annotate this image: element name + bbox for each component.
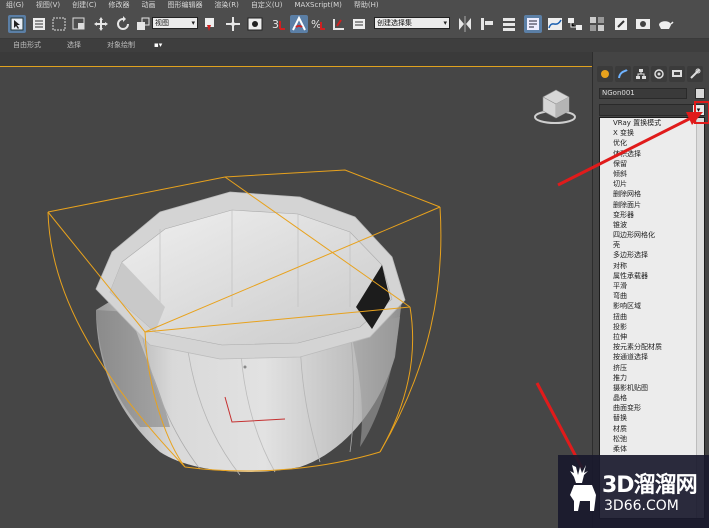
viewport-scene [47,89,576,476]
modifier-list-item[interactable]: 按通道选择 [600,352,704,362]
move-tool-icon[interactable] [92,15,110,33]
modifier-list-item[interactable]: 删除网格 [600,189,704,199]
named-selection-set-dropdown[interactable]: 创建选择集 [374,17,450,29]
modify-tab-icon[interactable] [615,66,631,82]
align-icon[interactable] [478,15,496,33]
menu-item[interactable]: 组(G) [0,0,30,11]
modifier-list-item[interactable]: 保留 [600,159,704,169]
svg-text:%: % [311,18,321,31]
modifier-list-item[interactable]: 挤压 [600,363,704,373]
select-manipulate-icon[interactable] [224,15,242,33]
menu-item[interactable]: 动画 [136,0,162,11]
pivot-center-icon[interactable] [201,15,219,33]
modifier-list-item[interactable]: 壳 [600,240,704,250]
object-color-swatch[interactable] [695,88,705,99]
scene-explorer-icon[interactable] [524,15,542,33]
menu-item[interactable]: MAXScript(M) [288,0,347,11]
modifier-list-item[interactable]: 晶格 [600,393,704,403]
modifier-list-item[interactable]: 影响区域 [600,301,704,311]
modifier-list-item[interactable]: 材质 [600,424,704,434]
modifier-list-item[interactable]: 曲面变形 [600,403,704,413]
modifier-list-item[interactable]: 扭曲 [600,312,704,322]
modifier-list-item[interactable]: 倾斜 [600,169,704,179]
select-object-tool[interactable] [8,15,26,33]
menu-bar: 组(G) 视图(V) 创建(C) 修改器 动画 图形编辑器 渲染(R) 自定义(U) MAXSc… [0,0,709,11]
menu-item[interactable]: 帮助(H) [348,0,385,11]
ribbon-tab[interactable]: 选择 [54,39,94,52]
watermark-title: 3D溜溜网 [602,473,698,498]
edit-named-selection-icon[interactable] [350,15,368,33]
menu-item[interactable]: 视图(V) [30,0,66,11]
modifier-list-item[interactable]: 优化 [600,138,704,148]
modifier-list-item[interactable]: 多边形选择 [600,250,704,260]
ribbon-tab[interactable]: 对象绘制 [94,39,148,52]
perspective-viewport[interactable] [0,66,592,528]
modifier-list-item[interactable]: 柔体 [600,444,704,454]
motion-tab-icon[interactable] [651,66,667,82]
render-production-icon[interactable] [656,15,674,33]
command-panel-tabs [597,66,705,82]
site-watermark: 3D溜溜网 3D66.COM [558,455,709,528]
menu-item[interactable]: 自定义(U) [245,0,289,11]
ngon-cup-model[interactable] [95,191,406,476]
main-toolbar: 视图 3 % 创建选择集 [0,11,709,39]
deer-logo-icon [570,465,596,511]
modifier-list-item[interactable]: 平滑 [600,281,704,291]
modifier-list-item[interactable]: X 变换 [600,128,704,138]
menu-item[interactable]: 修改器 [103,0,136,11]
modifier-list-arrow-button[interactable]: ▾ [693,105,704,115]
modifier-list-item[interactable]: 体积选择 [600,149,704,159]
modifier-list-item[interactable]: 按元素分配材质 [600,342,704,352]
modifier-list-item[interactable]: 摄影机贴图 [600,383,704,393]
modifier-list-item[interactable]: 拉伸 [600,332,704,342]
modifier-list-item[interactable]: 四边形网格化 [600,230,704,240]
menu-item[interactable]: 创建(C) [66,0,102,11]
selection-filter-dropdown[interactable]: 视图 [152,17,198,29]
select-by-name-icon[interactable] [30,15,48,33]
modifier-list-item[interactable]: 弯曲 [600,291,704,301]
modifier-list-dropdown[interactable]: ▾ [599,104,705,116]
curve-editor-icon[interactable] [546,15,564,33]
modifier-list-item[interactable]: 对称 [600,261,704,271]
keyboard-shortcut-icon[interactable] [246,15,264,33]
watermark-url: 3D66.COM [604,498,679,514]
ribbon-tab[interactable]: 自由形式 [0,39,54,52]
menu-item[interactable]: 渲染(R) [209,0,245,11]
rendered-frame-window-icon[interactable] [634,15,652,33]
mirror-icon[interactable] [456,15,474,33]
render-setup-icon[interactable] [612,15,630,33]
spinner-snap-icon[interactable] [330,15,348,33]
snap-3d-icon[interactable]: 3 [270,15,288,33]
modifier-list-item[interactable]: 松弛 [600,434,704,444]
ribbon-tabs: 自由形式 选择 对象绘制 ▪▾ [0,39,709,52]
svg-text:3: 3 [272,18,279,31]
schematic-view-icon[interactable] [566,15,584,33]
menu-item[interactable]: 图形编辑器 [162,0,209,11]
modifier-list-item[interactable]: 替换 [600,413,704,423]
object-name-field[interactable]: NGon001 [599,88,687,99]
rectangular-region-icon[interactable] [50,15,68,33]
window-crossing-icon[interactable] [70,15,88,33]
create-tab-icon[interactable] [597,66,613,82]
ribbon-options-icon[interactable]: ▪▾ [148,39,168,52]
angle-snap-icon[interactable] [290,15,308,33]
modifier-list-item[interactable]: 锥波 [600,220,704,230]
viewcube[interactable] [534,89,576,124]
modifier-list-item[interactable]: 切片 [600,179,704,189]
layer-manager-icon[interactable] [500,15,518,33]
modifier-list-item[interactable]: 推力 [600,373,704,383]
modifier-list-item[interactable]: VRay 置换模式 [600,118,704,128]
hierarchy-tab-icon[interactable] [633,66,649,82]
scale-tool-icon[interactable] [134,15,152,33]
viewport-label-strip [0,52,592,66]
material-editor-icon[interactable] [588,15,606,33]
modifier-list-item[interactable]: 属性承载器 [600,271,704,281]
display-tab-icon[interactable] [669,66,685,82]
modifier-list-item[interactable]: 投影 [600,322,704,332]
modifier-list-item[interactable]: 删除面片 [600,200,704,210]
modifier-list-item[interactable]: 变形器 [600,210,704,220]
rotate-tool-icon[interactable] [114,15,132,33]
utilities-tab-icon[interactable] [687,66,703,82]
percent-snap-icon[interactable]: % [310,15,328,33]
